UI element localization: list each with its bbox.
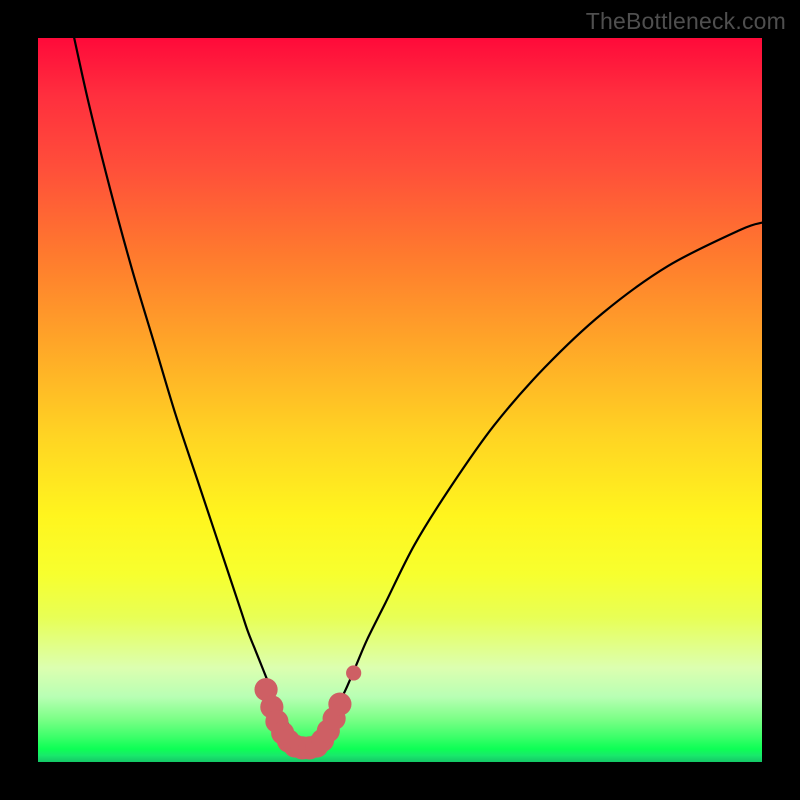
plot-area — [38, 38, 762, 762]
chart-markers — [254, 665, 361, 759]
outer-frame: TheBottleneck.com — [0, 0, 800, 800]
chart-svg — [38, 38, 762, 762]
chart-curve — [74, 38, 762, 747]
chart-marker — [328, 693, 351, 716]
chart-marker — [346, 665, 361, 680]
watermark-text: TheBottleneck.com — [586, 8, 786, 35]
